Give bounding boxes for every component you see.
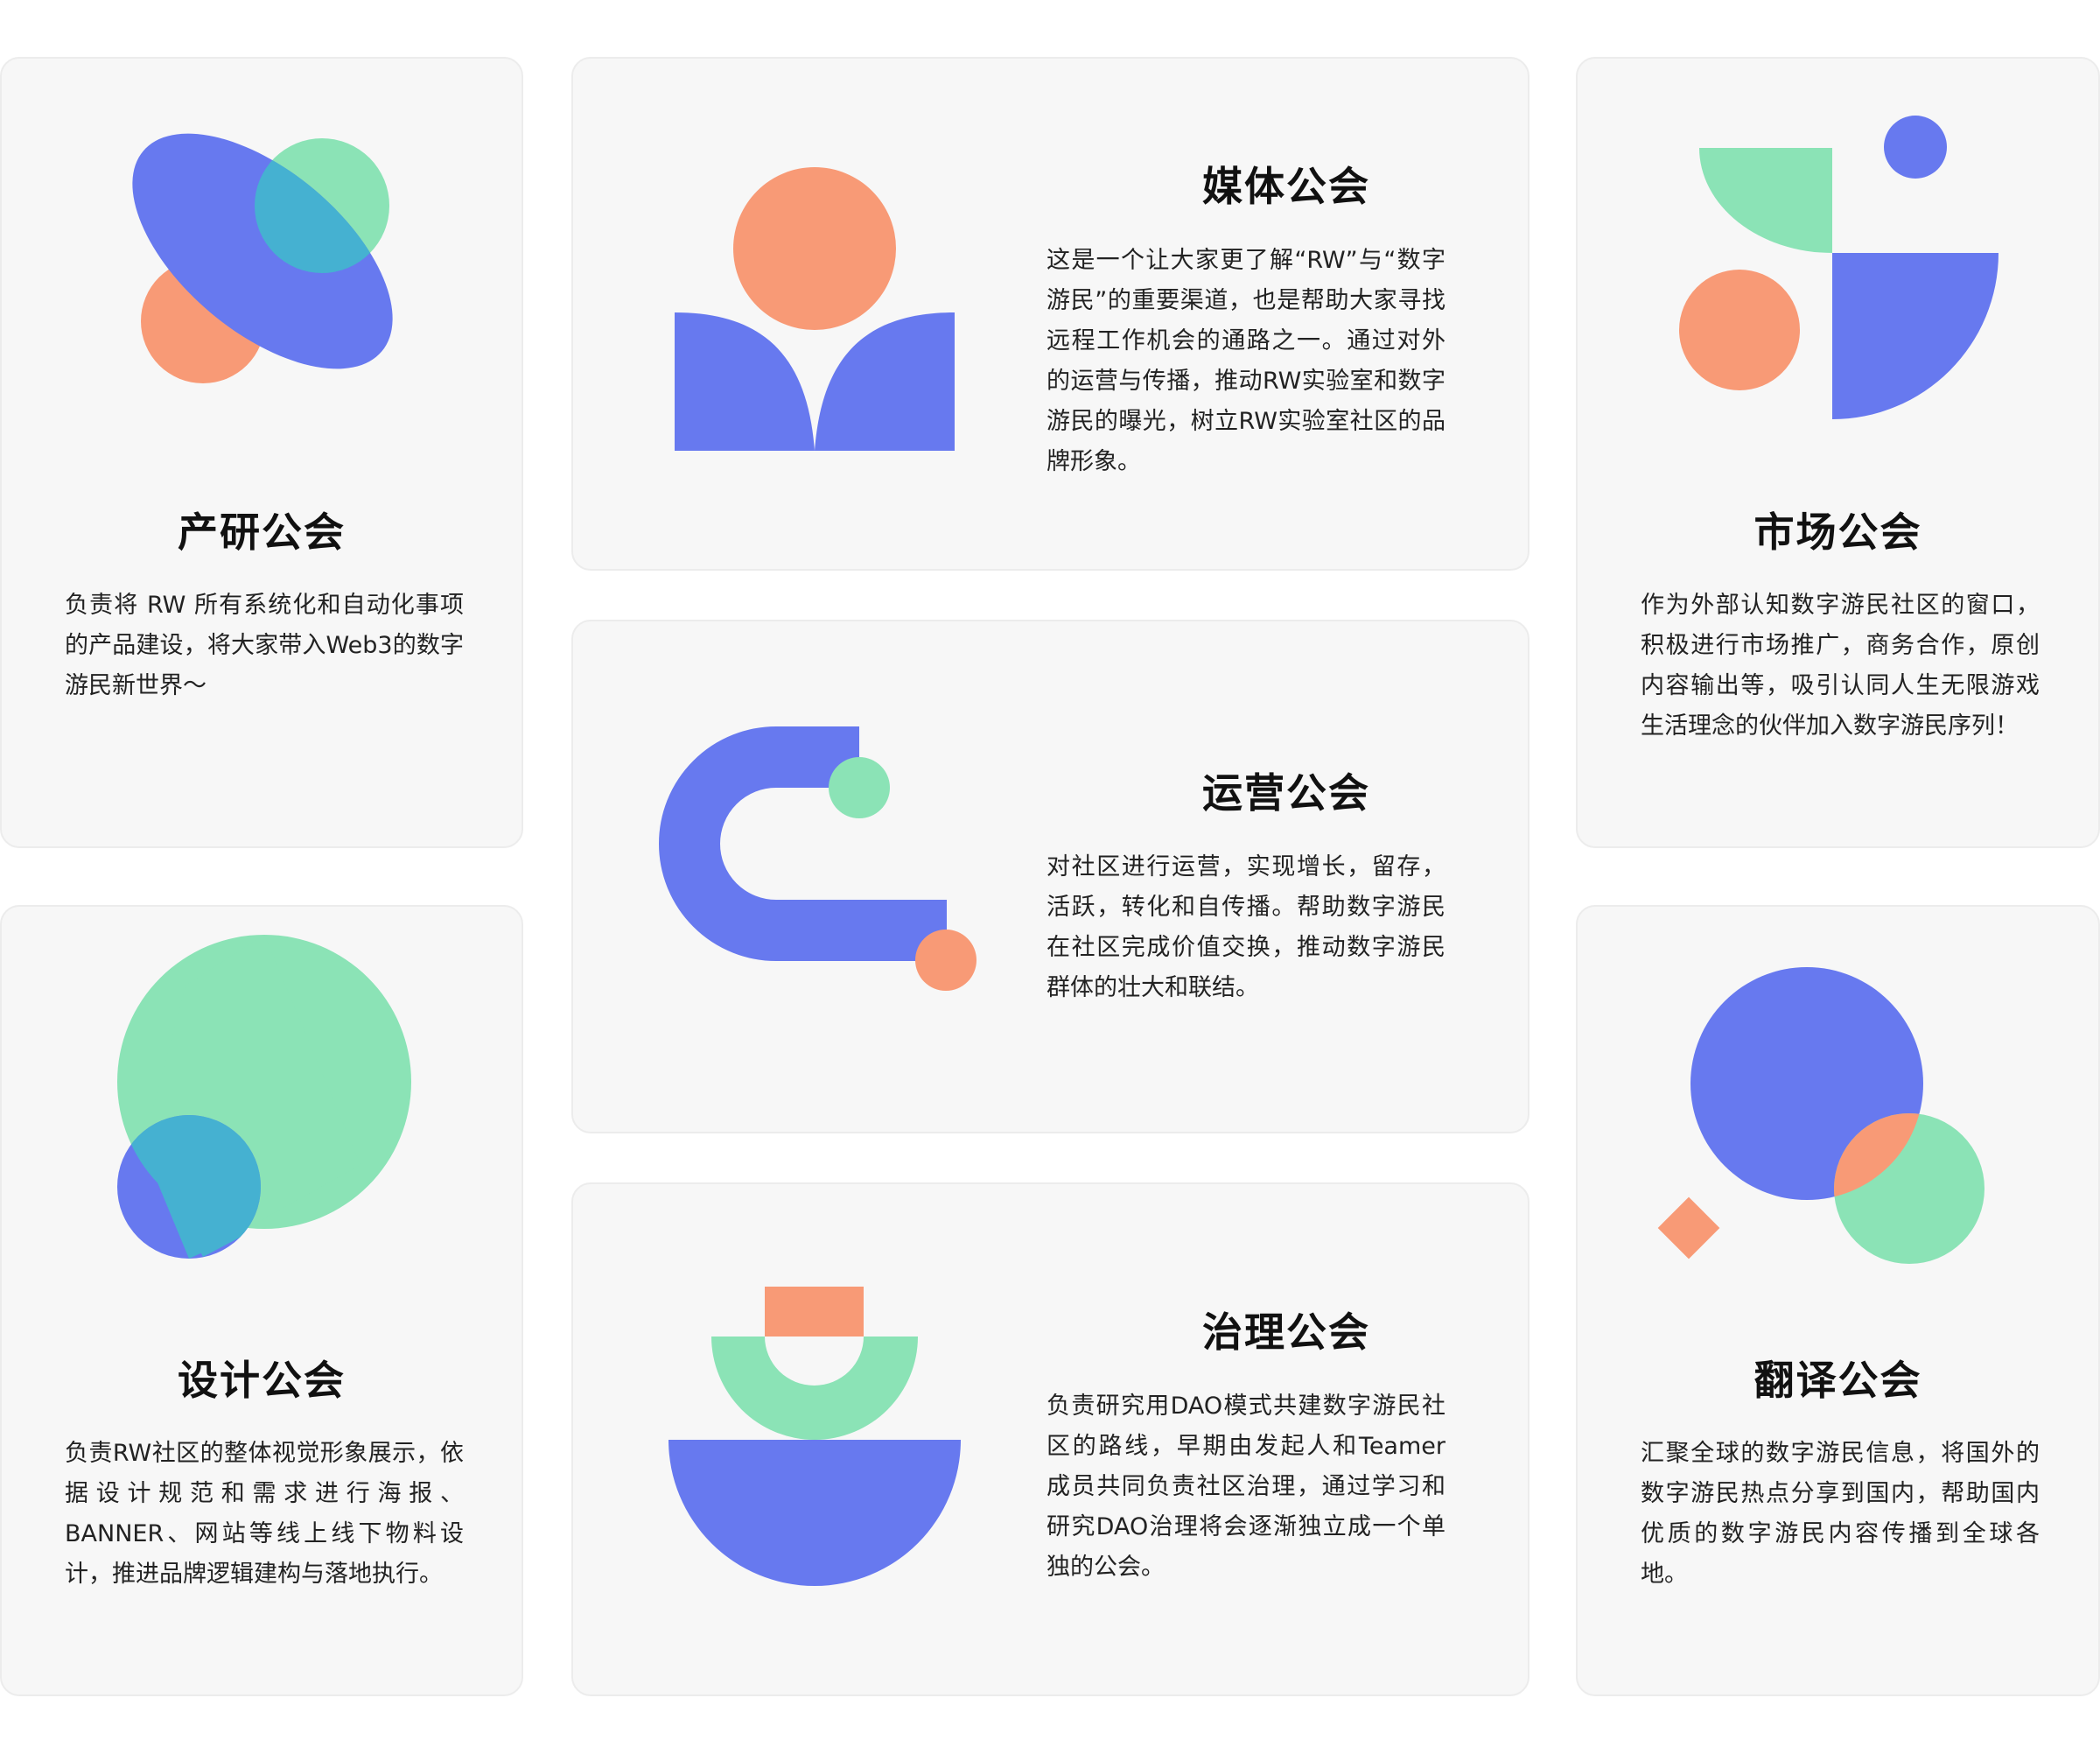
ellipse-circles-icon — [132, 133, 393, 383]
guild-card-translate: 翻译公会 汇聚全球的数字游民信息，将国外的数字游民热点分享到国内，帮助国内优质的… — [1576, 905, 2100, 1696]
guild-title: 翻译公会 — [1754, 1357, 1922, 1404]
guild-title: 治理公会 — [1202, 1308, 1370, 1356]
magnet-icon — [659, 726, 976, 991]
guild-card-rd: 产研公会 负责将 RW 所有系统化和自动化事项的产品建设，将大家带入Web3的数… — [0, 57, 523, 848]
guild-card-media: 媒体公会 这是一个让大家更了解“RW”与“数字游民”的重要渠道，也是帮助大家寻找… — [571, 57, 1530, 571]
guild-description: 作为外部认知数字游民社区的窗口，积极进行市场推广，商务合作，原创内容输出等，吸引… — [1641, 592, 2040, 740]
guild-description: 汇聚全球的数字游民信息，将国外的数字游民热点分享到国内，帮助国内优质的数字游民内… — [1641, 1440, 2040, 1588]
guild-title: 媒体公会 — [1202, 163, 1370, 210]
guild-title: 市场公会 — [1754, 509, 1922, 556]
guild-card-ops: 运营公会 对社区进行运营，实现增长，留存，活跃，转化和自传播。帮助数字游民在社区… — [571, 620, 1530, 1133]
guild-description: 对社区进行运营，实现增长，留存，活跃，转化和自传播。帮助数字游民在社区完成价值交… — [1046, 853, 1446, 1001]
guild-title: 设计公会 — [178, 1357, 346, 1404]
guild-description: 负责RW社区的整体视觉形象展示，依据设计规范和需求进行海报、BANNER、网站等… — [65, 1440, 464, 1588]
guild-title: 产研公会 — [178, 509, 346, 556]
guild-card-market: 市场公会 作为外部认知数字游民社区的窗口，积极进行市场推广，商务合作，原创内容输… — [1576, 57, 2100, 848]
guild-description: 负责将 RW 所有系统化和自动化事项的产品建设，将大家带入Web3的数字游民新世… — [65, 592, 464, 699]
guild-description: 这是一个让大家更了解“RW”与“数字游民”的重要渠道，也是帮助大家寻找远程工作机… — [1046, 247, 1446, 475]
guild-title: 运营公会 — [1202, 769, 1370, 817]
person-book-icon — [675, 167, 955, 451]
stacked-bowls-icon — [668, 1287, 961, 1586]
guild-card-design: 设计公会 负责RW社区的整体视觉形象展示，依据设计规范和需求进行海报、BANNE… — [0, 905, 523, 1696]
guild-card-gov: 治理公会 负责研究用DAO模式共建数字游民社区的路线，早期由发起人和Teamer… — [571, 1182, 1530, 1696]
guild-description: 负责研究用DAO模式共建数字游民社区的路线，早期由发起人和Teamer 成员共同… — [1046, 1393, 1446, 1581]
